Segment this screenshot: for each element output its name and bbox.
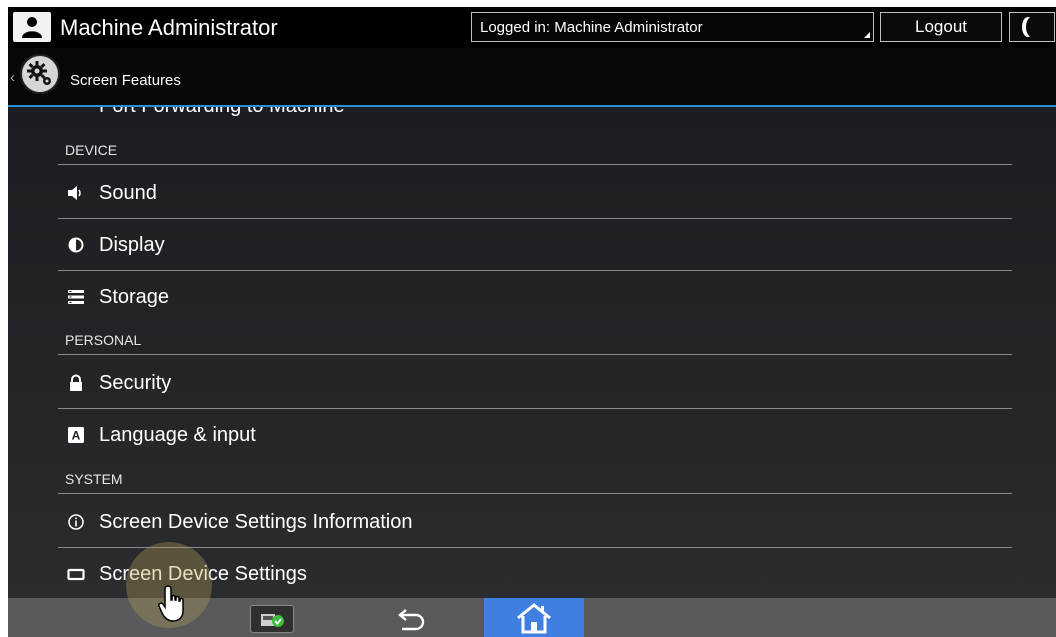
screen: Machine Administrator Logged in: Machine…: [0, 0, 1056, 637]
brightness-icon: [68, 237, 84, 253]
hand-pointer-icon: [158, 585, 184, 622]
speaker-icon: [68, 186, 81, 200]
storage-icon: [68, 290, 84, 304]
divider: [58, 164, 1012, 165]
list-item-security[interactable]: Security: [58, 357, 1012, 409]
login-status-dropdown[interactable]: Logged in: Machine Administrator: [471, 12, 874, 42]
app-bar: ‹ Screen Features: [8, 48, 1056, 105]
info-icon: [68, 514, 84, 530]
section-header-personal: PERSONAL: [65, 332, 142, 348]
list-item-storage[interactable]: Storage: [58, 271, 1012, 323]
dropdown-corner-icon: [864, 32, 870, 38]
logout-button[interactable]: Logout: [880, 12, 1002, 42]
section-header-system: SYSTEM: [65, 471, 123, 487]
back-arrow-icon[interactable]: [392, 606, 432, 632]
list-item-display[interactable]: Display: [58, 219, 1012, 271]
list-item-label: Security: [99, 372, 172, 394]
divider: [58, 493, 1012, 494]
top-bar: Machine Administrator Logged in: Machine…: [8, 7, 1056, 48]
keyboard-a-icon: A: [68, 427, 84, 443]
divider: [58, 354, 1012, 355]
svg-text:A: A: [72, 429, 81, 443]
list-item-label: Storage: [99, 286, 170, 308]
login-status-text: Logged in: Machine Administrator: [480, 19, 703, 36]
list-item-label: Language & input: [99, 424, 256, 446]
list-item-language-input[interactable]: A Language & input: [58, 409, 1012, 461]
person-icon[interactable]: [13, 12, 51, 42]
list-item-label: Sound: [99, 182, 157, 204]
list-item-label: Display: [99, 234, 165, 256]
list-item-label: Port Forwarding to Machine: [99, 107, 345, 118]
gear-icon[interactable]: [20, 54, 60, 94]
settings-list: Port Forwarding to Machine DEVICE Sound …: [8, 107, 1056, 598]
home-button[interactable]: [484, 598, 584, 637]
device-status-icon[interactable]: [250, 605, 294, 633]
screen-icon: [67, 568, 85, 581]
list-item-sound[interactable]: Sound: [58, 167, 1012, 219]
section-header-device: DEVICE: [65, 142, 118, 158]
list-item-screen-device-settings-information[interactable]: Screen Device Settings Information: [58, 496, 1012, 548]
home-icon: [517, 603, 551, 634]
list-item-label: Screen Device Settings Information: [99, 511, 413, 533]
user-name: Machine Administrator: [60, 15, 278, 40]
chevron-left-icon[interactable]: ‹: [10, 70, 15, 85]
list-item-port-forwarding[interactable]: Port Forwarding to Machine: [58, 107, 1012, 117]
lock-icon: [70, 374, 82, 391]
app-title: Screen Features: [70, 72, 181, 89]
moon-icon[interactable]: [1009, 12, 1055, 42]
